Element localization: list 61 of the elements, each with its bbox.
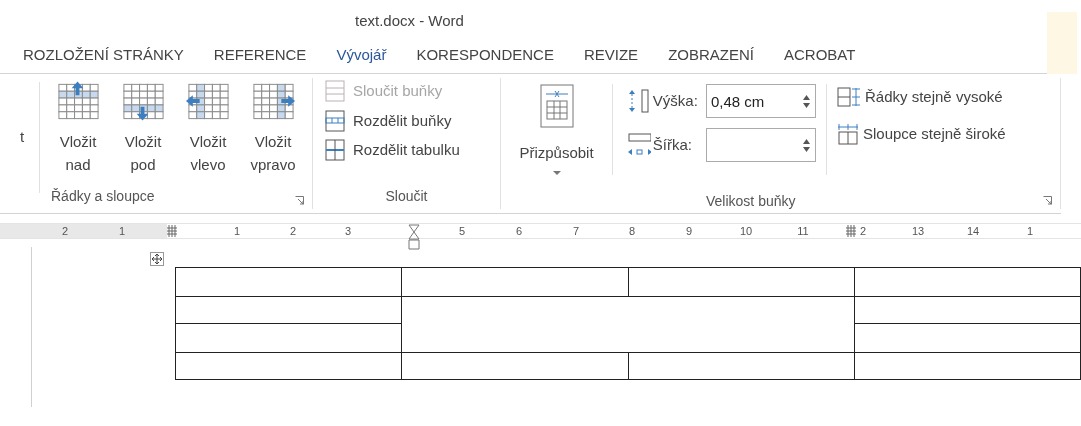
ruler-number: 2 [289,224,297,238]
field-label: Šířka: [652,134,693,155]
autofit-table-icon [539,84,574,128]
window-title: text.docx - Word [355,10,464,31]
ruler-number: 9 [685,224,693,238]
ruler-number: 14 [966,224,980,238]
field-label: Výška: [652,90,699,111]
ruler-number: 5 [458,224,466,238]
spin-up-icon[interactable] [803,138,810,144]
ruler-number: 11 [797,224,809,238]
group-label: Sloučit [385,187,428,206]
distribute-rows-icon [837,87,861,108]
ribbon-tab[interactable]: REVIZE [583,44,639,67]
ribbon-tab[interactable]: Vývojář [336,44,387,67]
ruler-number: 2 [61,224,69,238]
insert-button[interactable]: Vložit nad [47,80,109,186]
column-marker-icon[interactable] [167,225,177,237]
merge-button[interactable]: Rozdělit tabulku [325,139,500,162]
button-label: t [19,127,25,148]
distribute-button[interactable]: Sloupce stejně široké [837,122,1006,145]
ruler-number: 8 [628,224,636,238]
table-insert-icon [55,80,101,122]
spin-down-icon[interactable] [803,102,810,108]
spin-up-icon[interactable] [803,94,810,100]
merge-cells-icon [325,80,345,103]
ribbon-tab[interactable]: ACROBAT [783,44,856,67]
distribute-columns-icon [837,122,859,145]
ribbon-tab[interactable]: KORESPONDENCE [416,44,554,67]
distribute-button[interactable]: Řádky stejně vysoké [837,86,1006,109]
insert-button[interactable]: Vložit vpravo [242,80,304,186]
ruler-number: 1 [233,224,241,238]
split-cells-icon [325,109,345,132]
ruler-number: 1 [118,224,126,238]
spin-field[interactable] [706,128,816,162]
ribbon-tab[interactable]: ZOBRAZENÍ [668,44,754,67]
dropdown-caret-icon [552,170,561,175]
account-area-background [1047,12,1077,74]
ruler-number: 1 [1026,224,1034,238]
dialog-launcher-icon[interactable] [1043,196,1052,205]
insert-button[interactable]: Vložit vlevo [177,80,239,186]
table-move-handle-icon[interactable] [150,252,164,266]
autofit-button[interactable]: Přizpůsobit [501,84,613,175]
ruler-number: 7 [572,224,580,238]
group-label: Řádky a sloupce [51,187,155,206]
ruler-number: 2 [859,224,867,238]
column-marker-icon[interactable] [846,225,856,237]
insert-button[interactable]: Vložit pod [112,80,174,186]
ruler-number: 13 [911,224,925,238]
ruler-number: 6 [515,224,523,238]
ribbon-tab[interactable]: ROZLOŽENÍ STRÁNKY [23,44,184,67]
group-label: Velikost buňky [706,191,796,211]
ribbon-tab[interactable]: REFERENCE [213,44,307,67]
spin-down-icon[interactable] [803,146,810,152]
row-height-icon [627,88,651,114]
dialog-launcher-icon[interactable] [295,196,304,205]
column-width-icon [627,132,651,158]
ruler-number: 10 [739,224,753,238]
merge-button[interactable]: Rozdělit buňky [325,109,500,132]
spin-field[interactable]: 0,48 cm [706,84,816,118]
split-table-icon [325,139,345,162]
ruler-number: 3 [344,224,352,238]
